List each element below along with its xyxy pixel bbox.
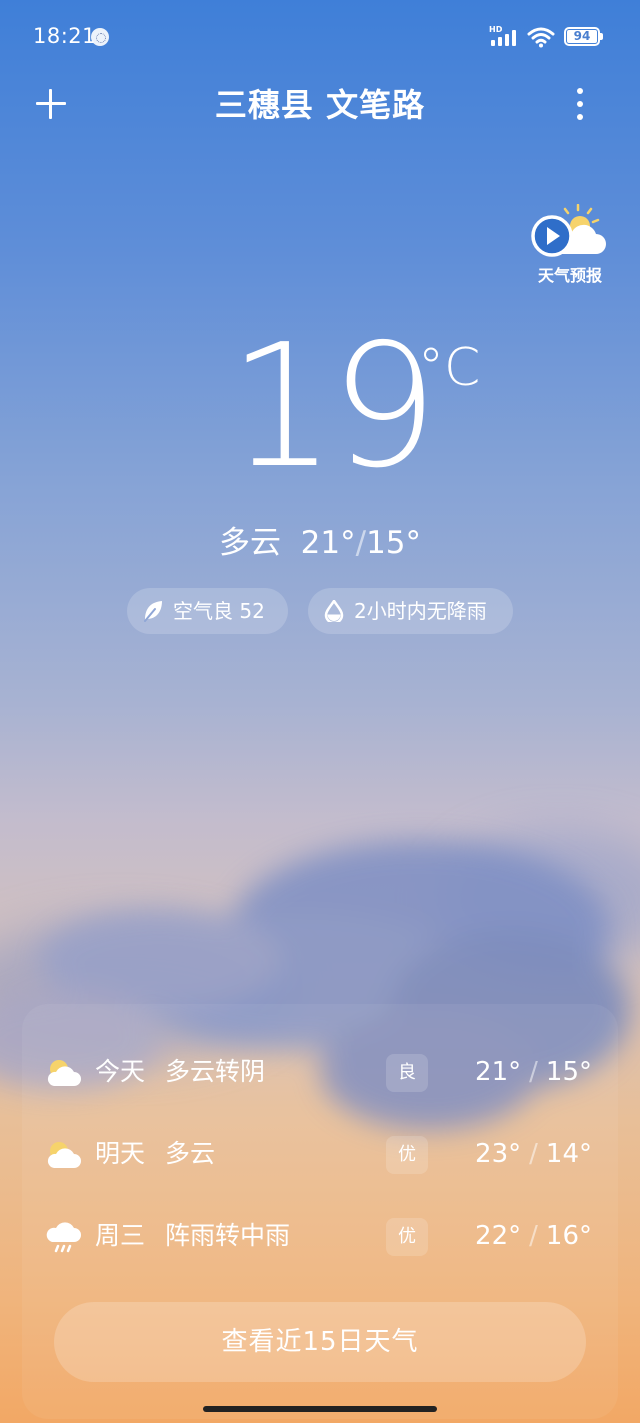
wifi-icon — [527, 27, 555, 48]
home-indicator[interactable] — [203, 1406, 437, 1412]
forecast-condition: 阵雨转中雨 — [165, 1221, 291, 1250]
forecast-row-wednesday[interactable]: 周三 阵雨转中雨 优 22°/16° — [22, 1214, 618, 1260]
current-temperature: 19 — [228, 308, 438, 506]
battery-level: 94 — [573, 29, 591, 43]
current-condition-summary: 多云 21°/15° — [0, 517, 640, 562]
forecast-temp-range: 23°/14° — [475, 1139, 592, 1169]
more-options-button[interactable] — [567, 84, 593, 124]
precipitation-label: 2小时内无降雨 — [354, 599, 487, 623]
view-15-day-forecast-button[interactable]: 查看近15日天气 — [54, 1302, 586, 1382]
forecast-temp-range: 22°/16° — [475, 1221, 592, 1251]
location-title[interactable]: 三穗县 文笔路 — [0, 80, 640, 126]
cloudy-icon — [47, 1060, 81, 1086]
weather-forecast-video-button[interactable]: 天气预报 — [524, 204, 616, 288]
temperature-unit: °C — [418, 338, 481, 398]
notification-icon — [91, 28, 109, 46]
play-cloud-icon — [531, 204, 606, 257]
forecast-aqi-badge: 良 — [386, 1054, 428, 1092]
today-high: 21° — [300, 525, 356, 561]
forecast-day: 今天 — [95, 1057, 146, 1086]
signal-icon — [491, 30, 516, 46]
forecast-day: 周三 — [95, 1221, 146, 1250]
forecast-video-label: 天气预报 — [537, 266, 602, 285]
forecast-day: 明天 — [95, 1139, 146, 1168]
forecast-aqi-badge: 优 — [386, 1136, 428, 1174]
forecast-row-today[interactable]: 今天 多云转阴 良 21°/15° — [22, 1050, 618, 1096]
water-drop-icon — [324, 600, 344, 622]
precipitation-chip[interactable]: 2小时内无降雨 — [308, 588, 513, 634]
current-condition: 多云 — [218, 525, 281, 561]
partly-cloudy-icon — [47, 1142, 81, 1168]
battery-icon: 94 — [564, 27, 600, 46]
leaf-icon — [144, 601, 162, 622]
high-low-separator: / — [355, 525, 367, 561]
rain-icon — [46, 1222, 81, 1253]
forecast-condition: 多云转阴 — [165, 1057, 266, 1086]
status-bar: 18:21 HD 94 — [0, 0, 640, 76]
status-time: 18:21 — [33, 24, 97, 48]
today-low: 15° — [366, 525, 422, 561]
forecast-aqi-badge: 优 — [386, 1218, 428, 1256]
air-quality-chip[interactable]: 空气良 52 — [127, 588, 288, 634]
forecast-temp-range: 21°/15° — [475, 1057, 592, 1087]
air-quality-label: 空气良 52 — [173, 599, 265, 623]
forecast-condition: 多云 — [165, 1139, 216, 1168]
forecast-row-tomorrow[interactable]: 明天 多云 优 23°/14° — [22, 1132, 618, 1178]
